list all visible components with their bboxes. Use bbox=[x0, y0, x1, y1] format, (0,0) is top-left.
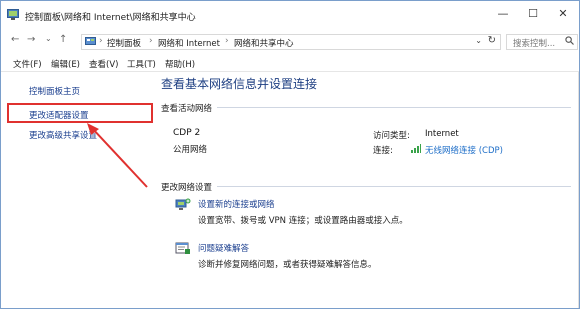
address-row: ← → ⌄ ↑ › 控制面板 › 网络和 Internet › 网络和共享中心 … bbox=[1, 29, 579, 55]
forward-button[interactable]: → bbox=[27, 34, 35, 45]
setup-new-connection-link[interactable]: 设置新的连接或网络 bbox=[198, 198, 275, 210]
breadcrumb-separator: › bbox=[99, 36, 103, 46]
left-nav-control-panel-home[interactable]: 控制面板主页 bbox=[29, 85, 80, 97]
new-connection-icon bbox=[175, 198, 191, 210]
up-button[interactable]: ↑ bbox=[59, 34, 67, 45]
search-input[interactable]: 搜索控制... bbox=[506, 34, 578, 50]
minimize-button[interactable]: — bbox=[493, 7, 513, 21]
left-nav-change-adapter-settings[interactable]: 更改适配器设置 bbox=[29, 109, 89, 121]
wifi-signal-icon bbox=[411, 144, 421, 153]
content-edge bbox=[578, 72, 579, 308]
setup-new-connection-desc: 设置宽带、拨号或 VPN 连接；或设置路由器或接入点。 bbox=[198, 216, 408, 226]
menu-divider bbox=[1, 71, 579, 72]
troubleshoot-desc: 诊断并修复网络问题，或者获得疑难解答信息。 bbox=[198, 260, 377, 270]
title-bar: 控制面板\网络和 Internet\网络和共享中心 — ☐ ✕ bbox=[1, 1, 579, 29]
red-arrow-annotation bbox=[87, 123, 148, 188]
network-type[interactable]: 公用网络 bbox=[173, 143, 207, 155]
recent-locations-button[interactable]: ⌄ bbox=[45, 34, 52, 43]
network-name: CDP 2 bbox=[173, 128, 201, 138]
menu-help[interactable]: 帮助(H) bbox=[165, 58, 195, 70]
search-placeholder: 搜索控制... bbox=[513, 39, 556, 49]
active-networks-heading: 查看活动网络 bbox=[161, 104, 213, 114]
connections-label: 连接: bbox=[373, 146, 393, 156]
menu-edit[interactable]: 编辑(E) bbox=[51, 58, 80, 70]
network-center-icon bbox=[7, 9, 19, 20]
access-type-label: 访问类型: bbox=[373, 131, 410, 141]
menu-tools[interactable]: 工具(T) bbox=[127, 58, 156, 70]
wireless-connection-link[interactable]: 无线网络连接 (CDP) bbox=[425, 144, 503, 156]
section-divider bbox=[217, 186, 571, 187]
address-dropdown-button[interactable]: ⌄ bbox=[475, 36, 482, 45]
menu-bar: 文件(F) 编辑(E) 查看(V) 工具(T) 帮助(H) bbox=[1, 57, 579, 71]
access-type-value: Internet bbox=[425, 129, 459, 139]
control-panel-window: 控制面板\网络和 Internet\网络和共享中心 — ☐ ✕ ← → ⌄ ↑ … bbox=[0, 0, 580, 309]
troubleshoot-icon bbox=[175, 242, 190, 254]
search-icon[interactable] bbox=[565, 36, 574, 45]
page-title: 查看基本网络信息并设置连接 bbox=[161, 77, 318, 91]
troubleshoot-link[interactable]: 问题疑难解答 bbox=[198, 242, 249, 254]
menu-file[interactable]: 文件(F) bbox=[13, 58, 42, 70]
section-divider bbox=[217, 107, 571, 108]
menu-view[interactable]: 查看(V) bbox=[89, 58, 118, 70]
change-settings-heading: 更改网络设置 bbox=[161, 183, 213, 193]
close-button[interactable]: ✕ bbox=[553, 7, 573, 21]
breadcrumb-separator: › bbox=[149, 36, 153, 46]
refresh-button[interactable]: ↻ bbox=[488, 35, 496, 46]
breadcrumb-control-panel[interactable]: 控制面板 bbox=[107, 37, 141, 49]
address-bar[interactable]: › 控制面板 › 网络和 Internet › 网络和共享中心 ⌄ ↻ bbox=[81, 34, 501, 50]
window-title: 控制面板\网络和 Internet\网络和共享中心 bbox=[25, 13, 196, 23]
back-button[interactable]: ← bbox=[11, 34, 19, 45]
control-panel-icon bbox=[85, 37, 96, 45]
maximize-button[interactable]: ☐ bbox=[523, 7, 543, 21]
breadcrumb-sharing-center[interactable]: 网络和共享中心 bbox=[234, 37, 294, 49]
breadcrumb-network-internet[interactable]: 网络和 Internet bbox=[158, 37, 220, 49]
breadcrumb-separator: › bbox=[225, 36, 229, 46]
